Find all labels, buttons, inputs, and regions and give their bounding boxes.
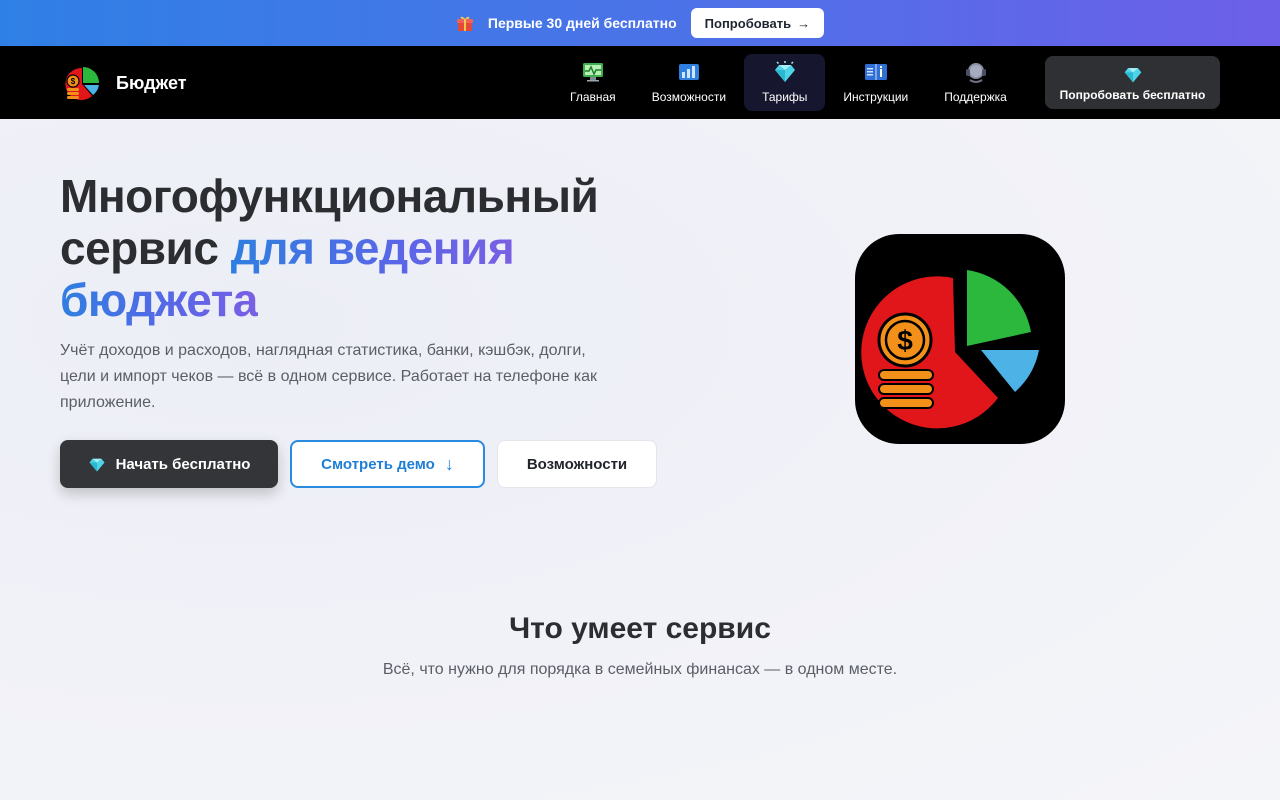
nav-item-label: Тарифы	[762, 90, 808, 104]
hero-title-accent: для ведения	[230, 222, 515, 274]
diamond-icon	[1124, 67, 1141, 82]
bar-chart-icon	[678, 64, 699, 80]
try-free-nav-label: Попробовать бесплатно	[1059, 87, 1206, 102]
brand-name: Бюджет	[116, 72, 187, 93]
monitor-chart-icon	[582, 63, 603, 82]
try-free-nav-button[interactable]: Попробовать бесплатно	[1045, 56, 1220, 109]
nav-item-support[interactable]: Поддержка	[926, 54, 1025, 111]
hero-title-line1: Многофункциональный	[60, 170, 599, 222]
nav-item-pricing[interactable]: Тарифы	[744, 54, 826, 111]
nav-item-home[interactable]: Главная	[552, 54, 634, 111]
promo-try-label: Попробовать	[704, 15, 792, 31]
promo-banner: Первые 30 дней бесплатно Попробовать →	[0, 0, 1280, 46]
watch-demo-label: Смотреть демо	[321, 455, 435, 473]
promo-try-button[interactable]: Попробовать →	[690, 8, 825, 38]
svg-text:$: $	[71, 77, 76, 86]
features-button[interactable]: Возможности	[497, 440, 657, 488]
app-logo-image: $	[855, 234, 1065, 444]
features-section-title: Что умеет сервис	[509, 612, 771, 645]
svg-text:$: $	[897, 325, 913, 356]
diamond-icon	[89, 458, 105, 472]
budget-logo-icon: $	[861, 270, 1039, 429]
hero-title-plain: сервис	[60, 222, 231, 274]
watch-demo-button[interactable]: Смотреть демо ↓	[290, 440, 485, 488]
nav-item-features[interactable]: Возможности	[634, 54, 744, 111]
features-section-subtitle: Всё, что нужно для порядка в семейных фи…	[382, 661, 898, 678]
top-navigation: $ Бюджет Главная Возможности Тарифы Инст…	[0, 46, 1280, 119]
hero-title: Многофункциональный сервис для ведения б…	[60, 170, 680, 326]
arrow-down-icon: ↓	[444, 453, 454, 474]
nav-item-instructions[interactable]: Инструкции	[825, 54, 926, 111]
features-label: Возможности	[526, 455, 628, 473]
nav-item-label: Главная	[570, 90, 616, 104]
start-free-button[interactable]: Начать бесплатно	[60, 440, 278, 488]
promo-text: Первые 30 дней бесплатно	[487, 15, 677, 31]
nav-item-label: Поддержка	[944, 90, 1007, 104]
arrow-right-icon: →	[797, 15, 811, 31]
hero-description: Учёт доходов и расходов, наглядная стати…	[60, 342, 598, 411]
budget-logo-icon: $	[65, 67, 99, 100]
headset-icon	[965, 63, 986, 83]
nav-menu: Главная Возможности Тарифы Инструкции По…	[552, 54, 1025, 111]
start-free-label: Начать бесплатно	[115, 455, 251, 473]
gift-icon	[456, 16, 473, 31]
nav-item-label: Возможности	[651, 90, 727, 104]
book-icon	[864, 64, 887, 80]
diamond-icon	[774, 61, 795, 82]
hero-title-accent-2: бюджета	[60, 274, 258, 326]
brand-link[interactable]: $ Бюджет	[64, 64, 187, 102]
nav-item-label: Инструкции	[843, 90, 909, 104]
